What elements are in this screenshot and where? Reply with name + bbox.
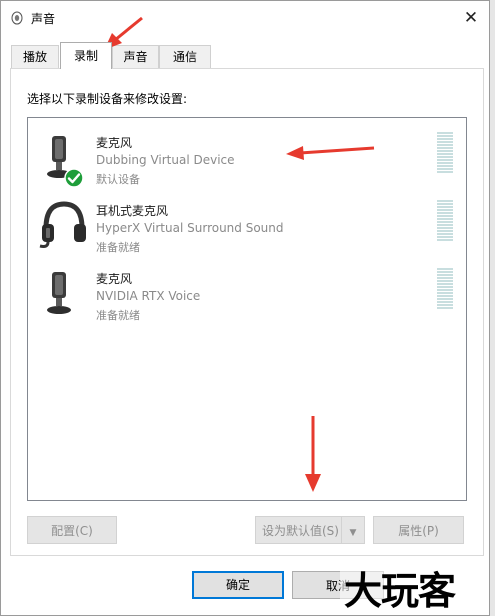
device-status: 准备就绪 [96,241,140,254]
device-status: 准备就绪 [96,309,140,322]
device-status: 默认设备 [96,173,140,186]
device-description: NVIDIA RTX Voice [96,289,201,303]
tab-label: 录制 [73,49,98,63]
device-description: HyperX Virtual Surround Sound [96,221,284,235]
properties-button[interactable]: 属性(P) [373,516,464,544]
sound-dialog: 声音 ✕ 播放 录制 声音 通信 选择以下录制设备来修改设置: 麦克风 Dubb… [0,0,490,616]
window-title: 声音 [31,12,56,26]
ok-button[interactable]: 确定 [192,571,284,599]
level-meter [437,200,453,242]
device-name: 耳机式麦克风 [96,204,169,218]
close-button[interactable]: ✕ [455,3,487,33]
device-name: 麦克风 [96,272,133,286]
tab-sounds[interactable]: 声音 [112,45,159,68]
device-item-dubbing-virtual[interactable]: 麦克风 Dubbing Virtual Device 默认设备 [28,122,466,190]
speaker-icon [11,11,23,25]
instruction-text: 选择以下录制设备来修改设置: [27,92,188,106]
close-icon: ✕ [463,8,479,28]
tab-label: 播放 [22,50,47,64]
tab-label: 声音 [123,50,148,64]
background-strip [490,0,495,616]
watermark: 大玩客 [340,560,460,615]
title-bar: 声音 ✕ [1,1,489,35]
headset-icon [39,201,86,248]
level-meter [437,132,453,174]
set-default-label: 设为默认值(S) [262,524,339,538]
device-item-hyperx[interactable]: 耳机式麦克风 HyperX Virtual Surround Sound 准备就… [28,190,466,258]
configure-button[interactable]: 配置(C) [27,516,117,544]
set-default-dropdown[interactable]: ▼ [341,516,365,544]
default-check-icon [64,168,84,188]
device-item-nvidia-rtx-voice[interactable]: 麦克风 NVIDIA RTX Voice 准备就绪 [28,258,466,326]
microphone-icon [47,272,71,314]
tab-label: 通信 [172,50,197,64]
device-name: 麦克风 [96,136,133,150]
tab-recording[interactable]: 录制 [60,42,112,69]
level-meter [437,268,453,310]
chevron-down-icon: ▼ [349,528,357,538]
tab-communications[interactable]: 通信 [159,45,211,68]
tab-playback[interactable]: 播放 [11,45,59,68]
device-list[interactable]: 麦克风 Dubbing Virtual Device 默认设备 耳机式麦克风 H… [27,117,467,501]
device-description: Dubbing Virtual Device [96,153,235,167]
